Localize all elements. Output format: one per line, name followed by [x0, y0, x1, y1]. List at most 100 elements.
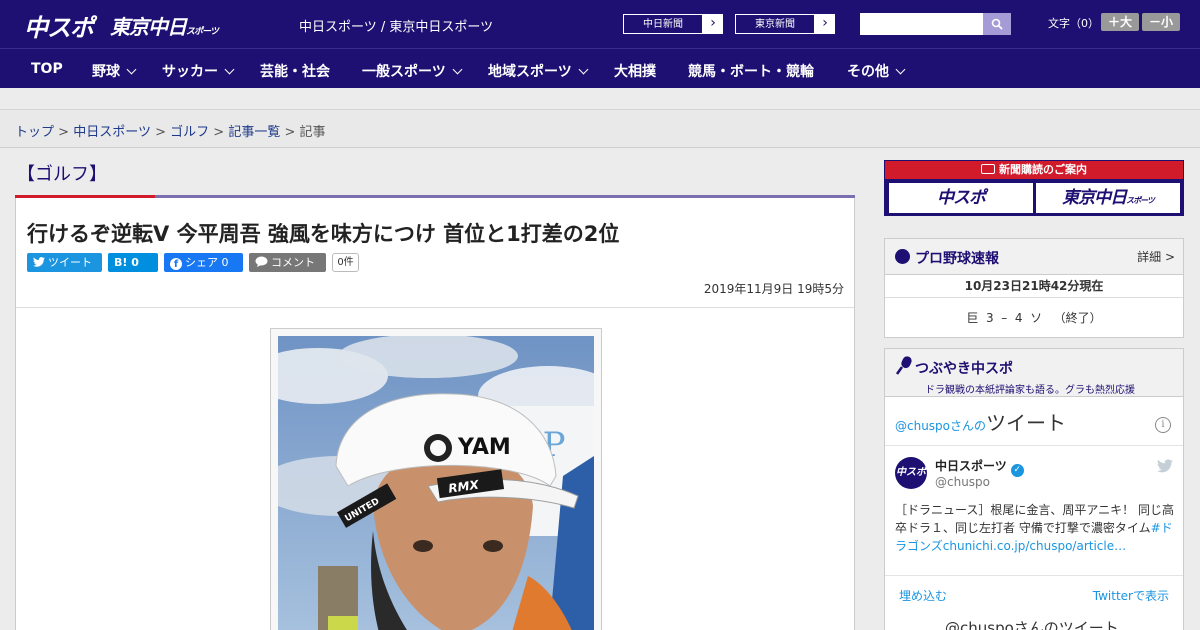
comment-label: コメント [271, 256, 315, 269]
game-score[interactable]: 巨 3 – 4 ソ （終了） [885, 309, 1183, 326]
nav-item-general-sports[interactable]: 一般スポーツ [362, 61, 463, 81]
baseball-icon [895, 249, 910, 264]
hatena-label: B! 0 [114, 256, 139, 269]
nav-label: TOP [31, 61, 63, 77]
breadcrumb-top[interactable]: トップ [15, 125, 54, 140]
tweet-body: ［ドラニュース］根尾に金言、周平アニキ！ 同じ高卒ドラ１、同じ左打者 守備で打撃… [895, 503, 1174, 535]
baseball-title: プロ野球速報 [915, 251, 999, 267]
info-icon[interactable]: i [1155, 417, 1171, 433]
chevron-down-icon [578, 64, 589, 75]
nav-item-baseball[interactable]: 野球 [92, 61, 137, 81]
spacer-band [0, 88, 1200, 110]
nav-item-entertainment[interactable]: 芸能・社会 [260, 61, 330, 81]
nav-item-other[interactable]: その他 [847, 61, 906, 81]
chevron-down-icon [452, 64, 463, 75]
subscribe-tokyo-button[interactable]: 東京中日スポーツ [1036, 183, 1180, 213]
comment-bubble-icon [255, 256, 268, 267]
comment-button[interactable]: コメント [249, 253, 326, 272]
view-on-twitter-link[interactable]: Twitterで表示 [1093, 587, 1169, 604]
nav-item-sumo[interactable]: 大相撲 [614, 61, 656, 81]
site-names: 中日スポーツ / 東京中日スポーツ [299, 20, 494, 35]
chevron-right-icon: › [710, 15, 716, 31]
tweet-label: ツイート [48, 256, 92, 269]
nav-label: 競馬・ボート・競輪 [688, 64, 814, 80]
subscription-heading: 新聞購読のご案内 [885, 161, 1183, 179]
nav-label: 大相撲 [614, 64, 656, 80]
nav-item-racing[interactable]: 競馬・ボート・競輪 [688, 61, 814, 81]
subscribe-tokyo-text: 東京中日 [1062, 188, 1127, 208]
subscribe-chuspo-button[interactable]: 中スポ [889, 183, 1033, 213]
hatena-bookmark-button[interactable]: B! 0 [108, 253, 158, 272]
search-input[interactable] [860, 13, 983, 35]
chevron-down-icon [895, 64, 906, 75]
account-handle[interactable]: @chuspo [935, 475, 990, 489]
tweets-header[interactable]: @chuspoさんのツイート [895, 407, 1066, 436]
tokyo-chunichi-logo[interactable]: 東京中日スポーツ [110, 11, 219, 40]
baseball-detail-link[interactable]: 詳細 > [1137, 248, 1175, 265]
breadcrumb-bar: トップ > 中日スポーツ > ゴルフ > 記事一覧 > 記事 [0, 110, 1200, 148]
breadcrumb-chuspo[interactable]: 中日スポーツ [73, 125, 151, 140]
font-smaller-button[interactable]: －小 [1142, 13, 1180, 31]
nav-label: サッカー [162, 64, 218, 80]
nav-item-local-sports[interactable]: 地域スポーツ [488, 61, 589, 81]
tsubuyaki-header: つぶやき中スポ ドラ観戦の本紙評論家も語る。グラも熱烈応援 [885, 349, 1183, 397]
tokyo-shimbun-link[interactable]: 東京新聞 › [734, 13, 836, 35]
subscription-promo: 新聞購読のご案内 中スポ 東京中日スポーツ [884, 160, 1184, 216]
nav-item-top[interactable]: TOP [31, 61, 63, 77]
embed-link[interactable]: 埋め込む [899, 587, 947, 604]
microphone-icon [895, 356, 912, 375]
section-title: 【ゴルフ】 [17, 164, 107, 185]
newspaper-icon [981, 164, 995, 174]
breadcrumb-separator: > [284, 125, 296, 140]
nav-label: その他 [847, 64, 889, 80]
font-bigger-button[interactable]: ＋大 [1101, 13, 1139, 31]
avatar[interactable]: 中スポ [895, 457, 927, 489]
nav-label: 一般スポーツ [362, 64, 446, 80]
tokyo-logo-small: スポーツ [186, 27, 219, 37]
nav-label: 野球 [92, 64, 120, 80]
account-name[interactable]: 中日スポーツ ✓ [935, 457, 1024, 477]
nav-item-soccer[interactable]: サッカー [162, 61, 235, 81]
divider [885, 445, 1183, 446]
main-nav: TOP 野球 サッカー 芸能・社会 一般スポーツ 地域スポーツ 大相撲 競馬・ボ… [0, 48, 1200, 88]
chunichi-shimbun-label: 中日新聞 [623, 14, 703, 34]
scores-as-of: 10月23日21時42分現在 [964, 279, 1104, 293]
breadcrumb-golf[interactable]: ゴルフ [170, 125, 209, 140]
twitter-bird-icon[interactable] [1157, 459, 1173, 473]
comment-count: 0件 [332, 253, 359, 272]
subscribe-tokyo-small: スポーツ [1126, 196, 1155, 205]
tweets-header-handle: @chuspoさんの [895, 419, 987, 433]
breadcrumb-current: 記事 [299, 125, 326, 140]
breadcrumb: トップ > 中日スポーツ > ゴルフ > 記事一覧 > 記事 [15, 121, 326, 140]
site-header: 中スポ 東京中日スポーツ 中日スポーツ / 東京中日スポーツ 中日新聞 › 東京… [0, 0, 1200, 48]
chevron-down-icon [126, 64, 137, 75]
tsubuyaki-title: つぶやき中スポ [915, 361, 1013, 377]
baseball-scores-box: プロ野球速報 詳細 > 10月23日21時42分現在 巨 3 – 4 ソ （終了… [884, 238, 1184, 338]
subscription-heading-text: 新聞購読のご案内 [999, 163, 1087, 176]
font-size-label: 文字（0） [1048, 17, 1099, 30]
breadcrumb-separator: > [213, 125, 225, 140]
twitter-timeline-box: つぶやき中スポ ドラ観戦の本紙評論家も語る。グラも熱烈応援 @chuspoさんの… [884, 348, 1184, 630]
chuspo-logo[interactable]: 中スポ [24, 8, 94, 43]
breadcrumb-article-list[interactable]: 記事一覧 [228, 125, 280, 140]
breadcrumb-separator: > [58, 125, 70, 140]
chunichi-shimbun-link[interactable]: 中日新聞 › [622, 13, 724, 35]
golfer-photo: HP YAM RMX UNITED [278, 336, 594, 630]
tweets-footer[interactable]: @chuspoさんのツイート [945, 617, 1119, 630]
article-photo-frame: HP YAM RMX UNITED [270, 328, 602, 630]
search-button[interactable] [983, 13, 1011, 35]
twitter-bird-icon [33, 257, 45, 267]
article-photo: HP YAM RMX UNITED [278, 336, 594, 630]
tsubuyaki-subtitle: ドラ観戦の本紙評論家も語る。グラも熱烈応援 [925, 385, 1135, 396]
publish-date: 2019年11月9日 19時5分 [703, 282, 844, 296]
search-icon [991, 18, 1003, 30]
tweet-button[interactable]: ツイート [27, 253, 102, 272]
divider [885, 297, 1183, 298]
chevron-right-icon: › [822, 15, 828, 31]
nav-label: 地域スポーツ [488, 64, 572, 80]
tokyo-logo-text: 東京中日 [110, 15, 187, 39]
tokyo-shimbun-label: 東京新聞 [735, 14, 815, 34]
chevron-down-icon [224, 64, 235, 75]
account-name-text: 中日スポーツ [935, 459, 1007, 473]
facebook-share-button[interactable]: f シェア 0 [164, 253, 243, 272]
